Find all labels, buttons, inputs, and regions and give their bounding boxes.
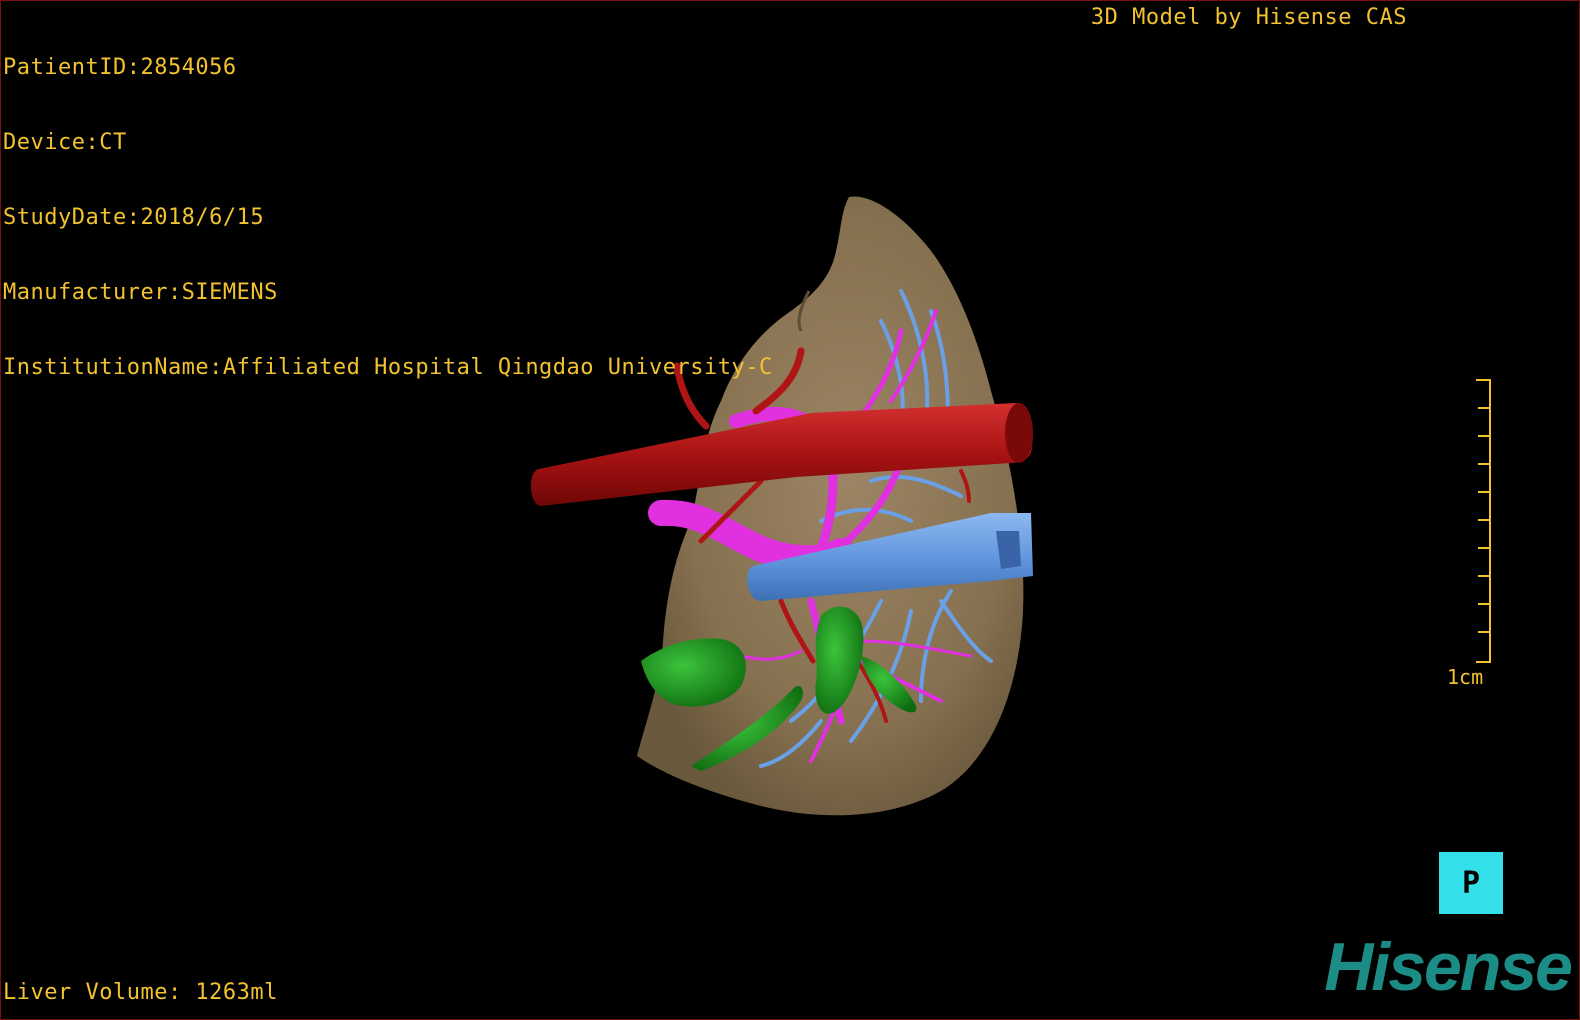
device: Device:CT: [3, 130, 127, 155]
patient-id: PatientID:2854056: [3, 55, 237, 80]
hisense-logo: Hisense: [1324, 929, 1573, 1005]
institution-name: InstitutionName:Affiliated Hospital Qing…: [3, 355, 773, 380]
liver-volume: Liver Volume: 1263ml: [3, 980, 278, 1005]
manufacturer: Manufacturer:SIEMENS: [3, 280, 278, 305]
orientation-letter: P: [1461, 865, 1481, 901]
study-date: StudyDate:2018/6/15: [3, 205, 265, 230]
model-credit: 3D Model by Hisense CAS: [1090, 5, 1407, 30]
scale-label: 1cm: [1447, 665, 1484, 689]
patient-info: PatientID:2854056 Device:CT StudyDate:20…: [3, 5, 773, 430]
orientation-marker-button[interactable]: P: [1439, 852, 1503, 914]
scale-bar: [1476, 379, 1491, 663]
3d-viewport[interactable]: PatientID:2854056 Device:CT StudyDate:20…: [0, 0, 1580, 1020]
